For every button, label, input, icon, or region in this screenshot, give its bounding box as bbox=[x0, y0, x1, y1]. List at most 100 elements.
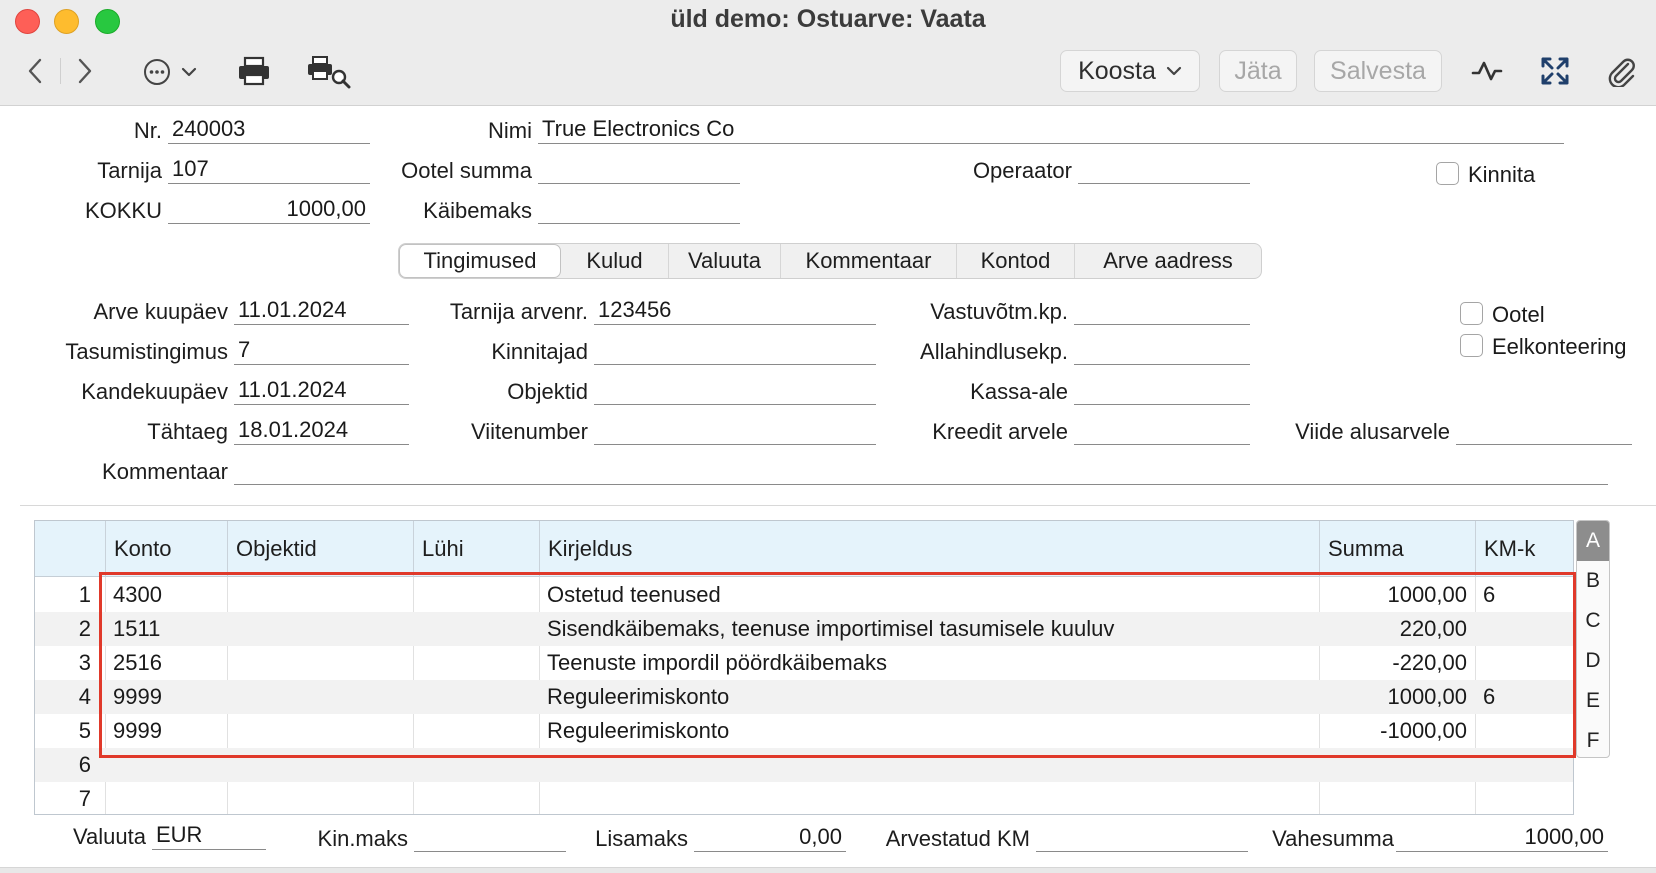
column-header-summa[interactable]: Summa bbox=[1319, 521, 1475, 577]
cell-kmk[interactable] bbox=[1475, 714, 1573, 748]
tarnija-arvenr-field[interactable]: 123456 bbox=[594, 297, 876, 325]
grid-page-tab-b[interactable]: B bbox=[1577, 561, 1609, 601]
attachment-button[interactable] bbox=[1604, 54, 1638, 88]
cell-summa[interactable]: 220,00 bbox=[1319, 612, 1475, 646]
cell-luhi[interactable] bbox=[413, 578, 539, 612]
kreedit-field[interactable] bbox=[1074, 417, 1250, 445]
cell-kmk[interactable]: 6 bbox=[1475, 578, 1573, 612]
table-row[interactable]: 6 bbox=[35, 748, 1573, 782]
operaator-field[interactable] bbox=[1078, 156, 1250, 184]
cell-luhi[interactable] bbox=[413, 646, 539, 680]
kassa-ale-field[interactable] bbox=[1074, 377, 1250, 405]
kommentaar-field[interactable] bbox=[234, 457, 1608, 485]
cell-objektid[interactable] bbox=[227, 578, 413, 612]
ootel-summa-field[interactable] bbox=[538, 156, 740, 184]
column-header-objektid[interactable]: Objektid bbox=[227, 521, 413, 577]
cell-konto[interactable]: 9999 bbox=[105, 680, 227, 714]
cell-kirjeldus[interactable]: Sisendkäibemaks, teenuse importimisel ta… bbox=[539, 612, 1319, 646]
viitenumber-field[interactable] bbox=[594, 417, 876, 445]
vahesumma-field[interactable]: 1000,00 bbox=[1396, 824, 1608, 852]
kokku-field[interactable]: 1000,00 bbox=[168, 196, 370, 224]
kin-maks-field[interactable] bbox=[414, 824, 566, 852]
cell-kmk[interactable] bbox=[1475, 646, 1573, 680]
cell-kmk[interactable]: 6 bbox=[1475, 680, 1573, 714]
grid-page-tab-f[interactable]: F bbox=[1577, 721, 1609, 761]
back-button[interactable] bbox=[20, 54, 50, 88]
tab-valuuta[interactable]: Valuuta bbox=[669, 244, 781, 278]
cell-objektid[interactable] bbox=[227, 782, 413, 814]
cell-konto[interactable] bbox=[105, 748, 227, 782]
column-header-luhi[interactable]: Lühi bbox=[413, 521, 539, 577]
viide-alusarvele-field[interactable] bbox=[1456, 417, 1632, 445]
cell-kmk[interactable] bbox=[1475, 782, 1573, 814]
tab-arve-aadress[interactable]: Arve aadress bbox=[1075, 244, 1261, 278]
kandekuupaev-field[interactable]: 11.01.2024 bbox=[234, 377, 409, 405]
cell-kmk[interactable] bbox=[1475, 612, 1573, 646]
tab-kulud[interactable]: Kulud bbox=[561, 244, 669, 278]
arvestatud-km-field[interactable] bbox=[1036, 824, 1248, 852]
koosta-dropdown-button[interactable]: Koosta bbox=[1060, 50, 1200, 92]
cell-objektid[interactable] bbox=[227, 680, 413, 714]
cell-objektid[interactable] bbox=[227, 748, 413, 782]
grid-page-tab-d[interactable]: D bbox=[1577, 641, 1609, 681]
column-header-kmk[interactable]: KM-k bbox=[1475, 521, 1573, 577]
cell-kirjeldus[interactable]: Ostetud teenused bbox=[539, 578, 1319, 612]
tab-tingimused[interactable]: Tingimused bbox=[399, 244, 561, 278]
grid-page-tab-e[interactable]: E bbox=[1577, 681, 1609, 721]
cell-luhi[interactable] bbox=[413, 748, 539, 782]
tab-kontod[interactable]: Kontod bbox=[957, 244, 1075, 278]
tarnija-field[interactable]: 107 bbox=[168, 156, 370, 184]
cell-objektid[interactable] bbox=[227, 646, 413, 680]
column-header-konto[interactable]: Konto bbox=[105, 521, 227, 577]
cell-luhi[interactable] bbox=[413, 680, 539, 714]
cell-kirjeldus[interactable] bbox=[539, 748, 1319, 782]
cell-konto[interactable]: 1511 bbox=[105, 612, 227, 646]
tab-kommentaar[interactable]: Kommentaar bbox=[781, 244, 957, 278]
activity-button[interactable] bbox=[1470, 54, 1504, 88]
forward-button[interactable] bbox=[70, 54, 100, 88]
vastuvotm-field[interactable] bbox=[1074, 297, 1250, 325]
cell-summa[interactable] bbox=[1319, 748, 1475, 782]
grid-page-tab-c[interactable]: C bbox=[1577, 601, 1609, 641]
cell-konto[interactable]: 4300 bbox=[105, 578, 227, 612]
arve-kuupaev-field[interactable]: 11.01.2024 bbox=[234, 297, 409, 325]
column-header-kirjeldus[interactable]: Kirjeldus bbox=[539, 521, 1319, 577]
cell-kirjeldus[interactable]: Teenuste impordil pöördkäibemaks bbox=[539, 646, 1319, 680]
cell-summa[interactable]: 1000,00 bbox=[1319, 680, 1475, 714]
cell-kirjeldus[interactable]: Reguleerimiskonto bbox=[539, 680, 1319, 714]
grid-page-tab-a[interactable]: A bbox=[1577, 521, 1609, 561]
table-row[interactable]: 3 2516 Teenuste impordil pöördkäibemaks … bbox=[35, 646, 1573, 680]
jata-button[interactable]: Jäta bbox=[1219, 50, 1297, 92]
cell-konto[interactable] bbox=[105, 782, 227, 814]
cell-luhi[interactable] bbox=[413, 714, 539, 748]
allahindlus-field[interactable] bbox=[1074, 337, 1250, 365]
cell-summa[interactable]: 1000,00 bbox=[1319, 578, 1475, 612]
cell-summa[interactable]: -220,00 bbox=[1319, 646, 1475, 680]
valuuta-field[interactable]: EUR bbox=[152, 822, 266, 850]
print-preview-button[interactable] bbox=[306, 54, 352, 90]
cell-summa[interactable] bbox=[1319, 782, 1475, 814]
cell-luhi[interactable] bbox=[413, 612, 539, 646]
nr-field[interactable]: 240003 bbox=[168, 116, 370, 144]
kinnita-checkbox[interactable] bbox=[1436, 162, 1459, 185]
fullscreen-button[interactable] bbox=[1538, 54, 1572, 88]
cell-luhi[interactable] bbox=[413, 782, 539, 814]
tasumistingimus-field[interactable]: 7 bbox=[234, 337, 409, 365]
kinnitajad-field[interactable] bbox=[594, 337, 876, 365]
table-row[interactable]: 7 bbox=[35, 782, 1573, 814]
more-actions-button[interactable] bbox=[138, 56, 202, 88]
print-button[interactable] bbox=[236, 54, 272, 88]
cell-objektid[interactable] bbox=[227, 714, 413, 748]
table-row[interactable]: 5 9999 Reguleerimiskonto -1000,00 bbox=[35, 714, 1573, 748]
salvesta-button[interactable]: Salvesta bbox=[1314, 50, 1442, 92]
cell-konto[interactable]: 9999 bbox=[105, 714, 227, 748]
cell-konto[interactable]: 2516 bbox=[105, 646, 227, 680]
cell-summa[interactable]: -1000,00 bbox=[1319, 714, 1475, 748]
tahtaeg-field[interactable]: 18.01.2024 bbox=[234, 417, 409, 445]
lisamaks-field[interactable]: 0,00 bbox=[694, 824, 846, 852]
cell-objektid[interactable] bbox=[227, 612, 413, 646]
table-row[interactable]: 1 4300 Ostetud teenused 1000,00 6 bbox=[35, 578, 1573, 612]
table-row[interactable]: 2 1511 Sisendkäibemaks, teenuse importim… bbox=[35, 612, 1573, 646]
eelkonteering-checkbox[interactable] bbox=[1460, 334, 1483, 357]
ootel-checkbox[interactable] bbox=[1460, 302, 1483, 325]
